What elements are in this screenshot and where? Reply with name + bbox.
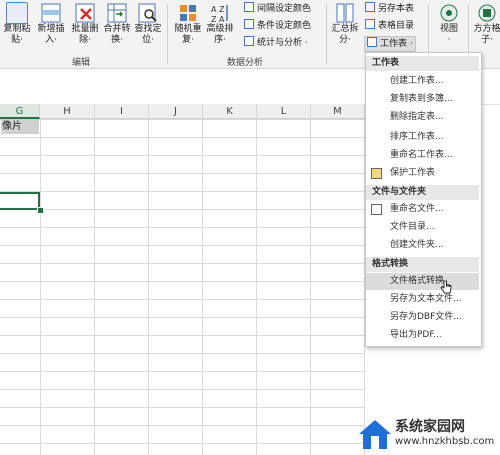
- column-header-h[interactable]: H: [40, 104, 95, 119]
- view-icon: [438, 2, 460, 24]
- cell-g1[interactable]: 像片: [1, 119, 39, 134]
- sheet-directory-item[interactable]: 表格目录: [365, 19, 414, 33]
- menu-item-create-folder[interactable]: 创建文件夹...: [366, 237, 479, 254]
- grid-line: [40, 119, 41, 455]
- fill-handle[interactable]: [37, 207, 44, 214]
- menu-section-header: 工作表: [366, 56, 479, 71]
- column-header-k[interactable]: K: [203, 104, 257, 119]
- interval-color-item[interactable]: 间隔设定颜色: [244, 2, 311, 16]
- condition-color-item[interactable]: 条件设定颜色: [244, 19, 311, 33]
- view-button[interactable]: 视图 ·: [432, 2, 466, 46]
- group-label-edit: 编辑: [72, 58, 91, 68]
- menu-item-copy-sheet[interactable]: 复制表到多簿...: [366, 91, 479, 108]
- summary-split-icon: [334, 2, 356, 24]
- save-sheet-icon: [365, 2, 375, 12]
- statistics-icon: [244, 36, 254, 46]
- ribbon-separator: [167, 4, 168, 64]
- hand-cursor-icon: [440, 280, 452, 294]
- random-repeat-icon: [177, 2, 199, 24]
- worksheet-dropdown-menu: 工作表 创建工作表... 复制表到多簿... 删除指定表... 排序工作表...…: [365, 52, 482, 347]
- condition-color-icon: [244, 19, 254, 29]
- merge-convert-button[interactable]: 合并转 换·: [100, 2, 134, 46]
- fangfang-gezi-icon: [476, 2, 498, 24]
- watermark-title: 系统家园网: [395, 419, 465, 435]
- house-logo-icon: [359, 420, 391, 449]
- menu-section-header: 文件与文件夹: [366, 185, 479, 200]
- menu-item-save-as-text[interactable]: 另存为文本文件...: [366, 291, 479, 308]
- watermark-url: www.hnzkhbsb.com: [395, 436, 495, 447]
- column-header-g[interactable]: G: [0, 104, 40, 119]
- watermark: 系统家园网 www.hnzkhbsb.com: [355, 412, 500, 455]
- column-header-i[interactable]: I: [95, 104, 149, 119]
- find-locate-button[interactable]: 查找定 位·: [131, 2, 165, 46]
- fangfang-gezi-button[interactable]: 方方格 子·: [470, 2, 500, 46]
- cell-grid[interactable]: [0, 119, 365, 455]
- batch-delete-button[interactable]: 批量删 除·: [68, 2, 102, 46]
- menu-item-file-format-convert[interactable]: 文件格式转换: [366, 273, 479, 290]
- insert-icon: [40, 2, 62, 24]
- protect-sheet-icon: [371, 168, 382, 179]
- svg-text:A Z: A Z: [211, 5, 225, 14]
- copy-paste-icon: [6, 2, 28, 24]
- copy-paste-button[interactable]: 复制粘 贴·: [0, 2, 34, 46]
- rename-file-icon: [371, 204, 382, 215]
- worksheet-icon: [367, 37, 377, 47]
- menu-item-delete-sheet[interactable]: 删除指定表...: [366, 109, 479, 126]
- menu-item-save-as-dbf[interactable]: 另存为DBF文件...: [366, 309, 479, 326]
- advanced-sort-icon: A ZZ A: [209, 2, 231, 24]
- column-header-j[interactable]: J: [149, 104, 203, 119]
- advanced-sort-button[interactable]: A ZZ A 高级排 序·: [203, 2, 237, 46]
- svg-text:Z A: Z A: [211, 15, 225, 24]
- summary-split-button[interactable]: 汇总拆 分·: [328, 2, 362, 46]
- menu-item-export-pdf[interactable]: 导出为PDF...: [366, 327, 479, 344]
- insert-button[interactable]: 新增插 入·: [34, 2, 68, 46]
- worksheet-dropdown-button[interactable]: 工作表 ·: [364, 36, 416, 52]
- ribbon-separator: [326, 4, 327, 64]
- menu-section-header: 格式转换: [366, 257, 479, 272]
- menu-item-create-sheet[interactable]: 创建工作表...: [366, 73, 479, 90]
- statistics-item[interactable]: 统计与分析 ·: [244, 36, 308, 50]
- group-label-data-analysis: 数据分析: [227, 58, 264, 68]
- menu-item-rename-file[interactable]: 重命名文件...: [366, 201, 479, 218]
- merge-convert-icon: [106, 2, 128, 24]
- random-repeat-button[interactable]: 随机重 复·: [171, 2, 205, 46]
- find-locate-icon: [137, 2, 159, 24]
- menu-item-file-directory[interactable]: 文件目录...: [366, 219, 479, 236]
- column-header-l[interactable]: L: [257, 104, 311, 119]
- column-header-m[interactable]: M: [311, 104, 365, 119]
- interval-color-icon: [244, 2, 254, 12]
- active-cell-selection[interactable]: [0, 192, 40, 210]
- menu-item-sort-sheet[interactable]: 排序工作表...: [366, 129, 479, 146]
- save-sheet-item[interactable]: 另存本表: [365, 2, 414, 16]
- sheet-directory-icon: [365, 19, 375, 29]
- menu-item-rename-sheet[interactable]: 重命名工作表...: [366, 147, 479, 164]
- batch-delete-icon: [74, 2, 96, 24]
- menu-item-protect-sheet[interactable]: 保护工作表: [366, 165, 479, 182]
